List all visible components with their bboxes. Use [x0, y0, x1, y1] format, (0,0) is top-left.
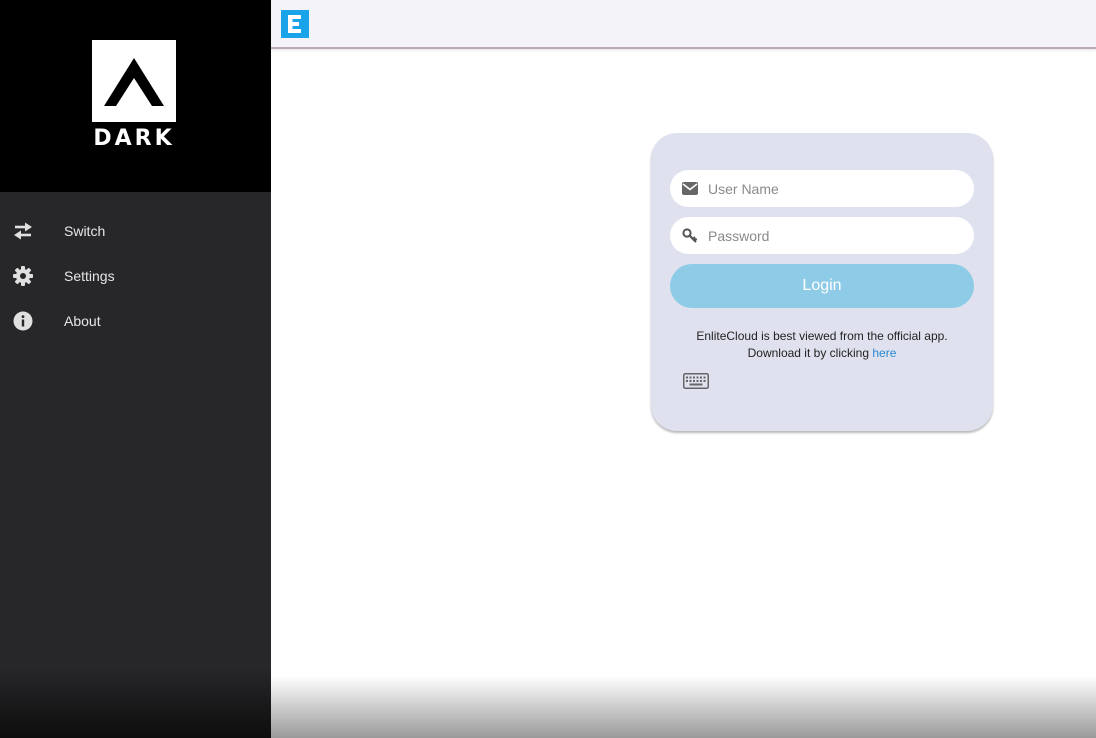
sidebar-item-label: About [64, 312, 101, 329]
switch-arrows-icon [12, 220, 34, 242]
username-input[interactable] [708, 180, 958, 197]
top-bar [271, 0, 1096, 49]
note-line-2: Download it by clicking here [651, 345, 993, 362]
note-line-1: EnliteCloud is best viewed from the offi… [696, 329, 948, 343]
key-icon [682, 227, 698, 244]
sidebar-item-label: Settings [64, 267, 115, 284]
password-input[interactable] [708, 227, 958, 244]
download-here-link[interactable]: here [872, 346, 896, 360]
login-card: Login EnliteCloud is best viewed from th… [651, 133, 993, 431]
username-field[interactable] [670, 170, 974, 207]
app-download-note: EnliteCloud is best viewed from the offi… [651, 328, 993, 362]
dark-logo-mark-icon [92, 40, 176, 122]
info-icon [12, 310, 34, 332]
sidebar-item-about[interactable]: About [0, 298, 271, 343]
dark-logo: DARK [92, 40, 176, 154]
login-button[interactable]: Login [670, 264, 974, 308]
sidebar: DARK Switch Settings About [0, 0, 271, 738]
sidebar-header: DARK [0, 0, 271, 192]
keyboard-icon[interactable] [683, 373, 709, 389]
password-field[interactable] [670, 217, 974, 254]
sidebar-item-switch[interactable]: Switch [0, 208, 271, 253]
sidebar-bottom-shade [0, 668, 271, 738]
bottom-shade [271, 676, 1096, 738]
sidebar-nav: Switch Settings About [0, 208, 271, 343]
sidebar-item-settings[interactable]: Settings [0, 253, 271, 298]
sidebar-item-label: Switch [64, 222, 106, 239]
app-logo-icon[interactable] [281, 10, 309, 38]
gear-icon [12, 265, 34, 287]
logo-text: DARK [93, 126, 175, 151]
envelope-icon [682, 181, 698, 197]
note-line-2-text: Download it by clicking [747, 346, 869, 360]
